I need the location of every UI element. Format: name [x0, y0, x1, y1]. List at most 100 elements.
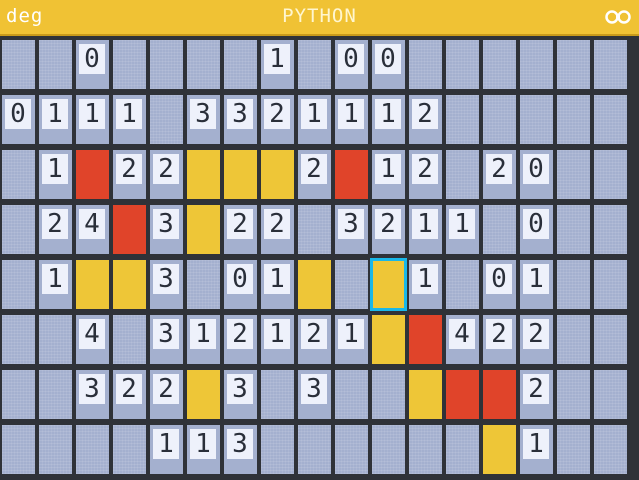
revealed-cell[interactable]: 1: [520, 260, 553, 309]
covered-cell[interactable]: [594, 370, 627, 419]
revealed-cell[interactable]: 1: [298, 95, 331, 144]
revealed-cell[interactable]: 1: [261, 260, 294, 309]
revealed-cell[interactable]: 0: [520, 150, 553, 199]
revealed-cell[interactable]: 2: [409, 150, 442, 199]
revealed-cell[interactable]: 2: [39, 205, 72, 254]
covered-cell[interactable]: [113, 425, 146, 474]
covered-cell[interactable]: [446, 425, 479, 474]
revealed-cell[interactable]: 3: [150, 315, 183, 364]
revealed-cell[interactable]: 1: [261, 315, 294, 364]
covered-cell[interactable]: [557, 95, 590, 144]
revealed-cell[interactable]: 1: [39, 150, 72, 199]
revealed-cell[interactable]: 0: [76, 40, 109, 89]
covered-cell[interactable]: [483, 40, 516, 89]
covered-cell[interactable]: [557, 40, 590, 89]
revealed-cell[interactable]: 2: [298, 150, 331, 199]
mine-cell[interactable]: [113, 205, 146, 254]
covered-cell[interactable]: [335, 260, 368, 309]
revealed-cell[interactable]: 4: [446, 315, 479, 364]
covered-cell[interactable]: [372, 370, 405, 419]
covered-cell[interactable]: [557, 150, 590, 199]
covered-cell[interactable]: [557, 370, 590, 419]
flagged-cell[interactable]: [187, 150, 220, 199]
covered-cell[interactable]: [594, 315, 627, 364]
revealed-cell[interactable]: 3: [76, 370, 109, 419]
mine-cell[interactable]: [409, 315, 442, 364]
revealed-cell[interactable]: 3: [335, 205, 368, 254]
revealed-cell[interactable]: 1: [372, 95, 405, 144]
covered-cell[interactable]: [2, 425, 35, 474]
revealed-cell[interactable]: 3: [298, 370, 331, 419]
revealed-cell[interactable]: 1: [409, 260, 442, 309]
covered-cell[interactable]: [2, 315, 35, 364]
revealed-cell[interactable]: 1: [409, 205, 442, 254]
covered-cell[interactable]: [224, 40, 257, 89]
covered-cell[interactable]: [594, 260, 627, 309]
revealed-cell[interactable]: 0: [372, 40, 405, 89]
covered-cell[interactable]: [187, 40, 220, 89]
revealed-cell[interactable]: 4: [76, 205, 109, 254]
covered-cell[interactable]: [261, 370, 294, 419]
covered-cell[interactable]: [409, 425, 442, 474]
revealed-cell[interactable]: 1: [261, 40, 294, 89]
revealed-cell[interactable]: 2: [224, 205, 257, 254]
mine-cell[interactable]: [483, 370, 516, 419]
revealed-cell[interactable]: 1: [335, 315, 368, 364]
revealed-cell[interactable]: 2: [113, 150, 146, 199]
revealed-cell[interactable]: 0: [520, 205, 553, 254]
covered-cell[interactable]: [372, 425, 405, 474]
revealed-cell[interactable]: 2: [520, 315, 553, 364]
mine-cell[interactable]: [76, 150, 109, 199]
covered-cell[interactable]: [446, 150, 479, 199]
covered-cell[interactable]: [446, 260, 479, 309]
revealed-cell[interactable]: 2: [298, 315, 331, 364]
revealed-cell[interactable]: 2: [150, 150, 183, 199]
covered-cell[interactable]: [557, 315, 590, 364]
flagged-cell[interactable]: [187, 370, 220, 419]
revealed-cell[interactable]: 2: [113, 370, 146, 419]
covered-cell[interactable]: [2, 40, 35, 89]
covered-cell[interactable]: [483, 205, 516, 254]
flagged-cell[interactable]: [113, 260, 146, 309]
covered-cell[interactable]: [2, 205, 35, 254]
covered-cell[interactable]: [446, 40, 479, 89]
revealed-cell[interactable]: 2: [372, 205, 405, 254]
covered-cell[interactable]: [298, 40, 331, 89]
covered-cell[interactable]: [39, 370, 72, 419]
covered-cell[interactable]: [446, 95, 479, 144]
revealed-cell[interactable]: 2: [520, 370, 553, 419]
covered-cell[interactable]: [2, 370, 35, 419]
covered-cell[interactable]: [187, 260, 220, 309]
revealed-cell[interactable]: 1: [113, 95, 146, 144]
revealed-cell[interactable]: 3: [224, 425, 257, 474]
flagged-cell[interactable]: [76, 260, 109, 309]
covered-cell[interactable]: [594, 425, 627, 474]
revealed-cell[interactable]: 1: [39, 260, 72, 309]
revealed-cell[interactable]: 1: [76, 95, 109, 144]
revealed-cell[interactable]: 3: [187, 95, 220, 144]
revealed-cell[interactable]: 3: [150, 205, 183, 254]
covered-cell[interactable]: [298, 425, 331, 474]
revealed-cell[interactable]: 2: [409, 95, 442, 144]
revealed-cell[interactable]: 1: [372, 150, 405, 199]
revealed-cell[interactable]: 1: [187, 425, 220, 474]
mine-cell[interactable]: [335, 150, 368, 199]
flagged-cell[interactable]: [261, 150, 294, 199]
covered-cell[interactable]: [335, 370, 368, 419]
covered-cell[interactable]: [557, 260, 590, 309]
revealed-cell[interactable]: 4: [76, 315, 109, 364]
revealed-cell[interactable]: 1: [446, 205, 479, 254]
flagged-cell[interactable]: [409, 370, 442, 419]
covered-cell[interactable]: [594, 205, 627, 254]
revealed-cell[interactable]: 2: [483, 315, 516, 364]
revealed-cell[interactable]: 0: [483, 260, 516, 309]
mine-cell[interactable]: [446, 370, 479, 419]
covered-cell[interactable]: [113, 40, 146, 89]
revealed-cell[interactable]: 2: [483, 150, 516, 199]
flagged-cell[interactable]: [298, 260, 331, 309]
flagged-cell[interactable]: [224, 150, 257, 199]
revealed-cell[interactable]: 2: [150, 370, 183, 419]
revealed-cell[interactable]: 2: [224, 315, 257, 364]
covered-cell[interactable]: [113, 315, 146, 364]
covered-cell[interactable]: [39, 315, 72, 364]
